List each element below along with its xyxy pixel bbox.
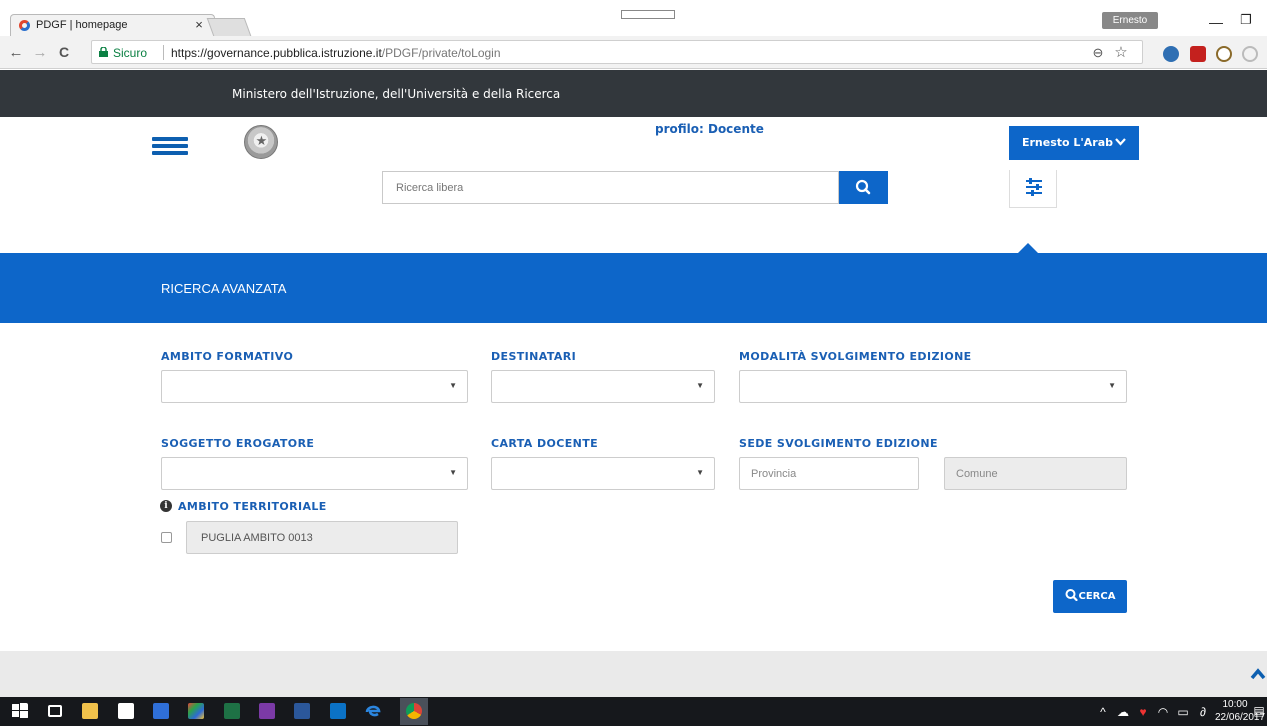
dropdown-caret-icon: ▼ <box>1108 381 1116 390</box>
browser-toolbar: ← → C Sicuro https://governance.pubblica… <box>0 36 1267 69</box>
search-icon <box>855 179 871 195</box>
panel-pointer <box>1018 243 1038 253</box>
onenote-icon[interactable] <box>259 703 275 719</box>
ambito-formativo-label: AMBITO FORMATIVO <box>161 350 294 363</box>
wifi-icon[interactable]: ◠ <box>1155 705 1171 719</box>
windows-taskbar: ^ ☁ ♥ ◠ ▭ ∂ 10:00 22/06/2017 ▤ <box>0 697 1267 726</box>
reload-icon[interactable]: C <box>56 44 72 60</box>
pdgf-favicon-icon <box>19 20 30 31</box>
windows-start-icon[interactable] <box>12 703 28 719</box>
close-tab-icon[interactable]: × <box>191 17 207 32</box>
user-name: Ernesto L'Arab <box>1021 136 1114 149</box>
ministry-bar: Ministero dell'Istruzione, dell'Universi… <box>0 70 1267 117</box>
dropbox-icon[interactable] <box>153 703 169 719</box>
destinatari-label: DESTINATARI <box>491 350 577 363</box>
pen-icon[interactable]: ∂ <box>1195 705 1211 719</box>
dropdown-caret-icon: ▼ <box>449 468 457 477</box>
search-icon <box>1065 589 1078 602</box>
soggetto-erogatore-label: SOGGETTO EROGATORE <box>161 437 315 450</box>
file-explorer-icon[interactable] <box>82 703 98 719</box>
excel-icon[interactable] <box>224 703 240 719</box>
address-bar[interactable]: Sicuro https://governance.pubblica.istru… <box>91 40 1143 64</box>
tab-title: PDGF | homepage <box>36 19 128 31</box>
zoom-icon[interactable]: ⊖ <box>1090 45 1106 61</box>
extension-disabled-icon[interactable] <box>1242 46 1258 62</box>
browser-tab-strip: PDGF | homepage × Ernesto — ❐ <box>0 0 1267 36</box>
chrome-taskbar-button[interactable] <box>400 698 428 725</box>
destinatari-select[interactable]: ▼ <box>491 370 715 403</box>
cerca-button[interactable]: CERCA <box>1053 580 1127 613</box>
chevron-down-icon <box>1115 138 1126 146</box>
url-text: https://governance.pubblica.istruzione.i… <box>171 46 501 60</box>
tray-chevron-icon[interactable]: ^ <box>1095 705 1111 719</box>
carta-docente-select[interactable]: ▼ <box>491 457 715 490</box>
task-view-icon[interactable] <box>48 705 62 717</box>
minimize-icon[interactable]: — <box>1209 14 1223 30</box>
word-icon[interactable] <box>294 703 310 719</box>
clock-date: 22/06/2017 <box>1215 712 1266 723</box>
scroll-to-top-icon[interactable] <box>1250 668 1266 680</box>
sede-svolgimento-label: SEDE SVOLGIMENTO EDIZIONE <box>739 437 938 450</box>
ambito-formativo-select[interactable]: ▼ <box>161 370 468 403</box>
dropdown-caret-icon: ▼ <box>449 381 457 390</box>
divider <box>163 45 164 60</box>
page-footer <box>0 651 1267 697</box>
edge-icon[interactable] <box>365 703 381 719</box>
forward-icon[interactable]: → <box>32 44 48 61</box>
carta-docente-label: CARTA DOCENTE <box>491 437 599 450</box>
ministry-title: Ministero dell'Istruzione, dell'Universi… <box>232 87 561 101</box>
profile-label: profilo: Docente <box>655 122 764 136</box>
outlook-icon[interactable] <box>330 703 346 719</box>
comune-input[interactable] <box>944 457 1127 490</box>
extension-icon[interactable] <box>1216 46 1232 62</box>
browser-profile-badge[interactable]: Ernesto <box>1102 12 1158 29</box>
url-host: https://governance.pubblica.istruzione.i… <box>171 46 382 60</box>
notification-icon[interactable]: ▤ <box>1253 704 1265 718</box>
info-icon[interactable]: i <box>160 500 172 512</box>
sliders-icon <box>1026 178 1042 196</box>
taskbar-clock[interactable]: 10:00 22/06/2017 <box>1215 698 1266 724</box>
onedrive-icon[interactable]: ☁ <box>1115 705 1131 719</box>
cerca-label: CERCA <box>1078 591 1116 602</box>
modalita-svolgimento-label: MODALITÀ SVOLGIMENTO EDIZIONE <box>739 350 972 363</box>
store-icon[interactable] <box>118 703 134 719</box>
search-input[interactable] <box>382 171 839 204</box>
paint-icon[interactable] <box>188 703 204 719</box>
advanced-filter-button[interactable] <box>1009 170 1057 208</box>
browser-tab[interactable]: PDGF | homepage × <box>10 14 215 36</box>
ambito-territoriale-field: PUGLIA AMBITO 0013 <box>186 521 458 554</box>
ambito-territoriale-checkbox[interactable] <box>161 532 172 543</box>
advanced-search-header: RICERCA AVANZATA <box>0 253 1267 323</box>
acrobat-extension-icon[interactable] <box>1190 46 1206 62</box>
battery-icon[interactable]: ▭ <box>1175 705 1191 719</box>
clock-time: 10:00 <box>1222 699 1248 710</box>
provincia-input[interactable] <box>739 457 919 490</box>
dropdown-caret-icon: ▼ <box>696 468 704 477</box>
window-drag-handle[interactable] <box>621 10 675 19</box>
user-menu-button[interactable]: Ernesto L'Arab <box>1009 126 1139 160</box>
url-path: /PDGF/private/toLogin <box>381 46 501 60</box>
hamburger-menu-icon[interactable] <box>152 137 188 155</box>
soggetto-erogatore-select[interactable]: ▼ <box>161 457 468 490</box>
back-icon[interactable]: ← <box>8 44 24 61</box>
chrome-icon <box>406 703 422 719</box>
search-button[interactable] <box>839 171 888 204</box>
extension-circle-icon[interactable] <box>1163 46 1179 62</box>
modalita-svolgimento-select[interactable]: ▼ <box>739 370 1127 403</box>
republic-emblem-logo: ★ <box>244 125 278 159</box>
lock-icon <box>99 47 108 57</box>
advanced-search-title: RICERCA AVANZATA <box>161 281 287 296</box>
ambito-territoriale-label: AMBITO TERRITORIALE <box>178 500 327 513</box>
restore-icon[interactable]: ❐ <box>1239 12 1253 28</box>
new-tab-button[interactable] <box>206 18 252 36</box>
star-icon: ★ <box>255 133 268 148</box>
secure-label: Sicuro <box>113 46 148 60</box>
dropdown-caret-icon: ▼ <box>696 381 704 390</box>
bookmark-star-icon[interactable]: ☆ <box>1113 43 1129 61</box>
antivirus-icon[interactable]: ♥ <box>1135 705 1151 719</box>
